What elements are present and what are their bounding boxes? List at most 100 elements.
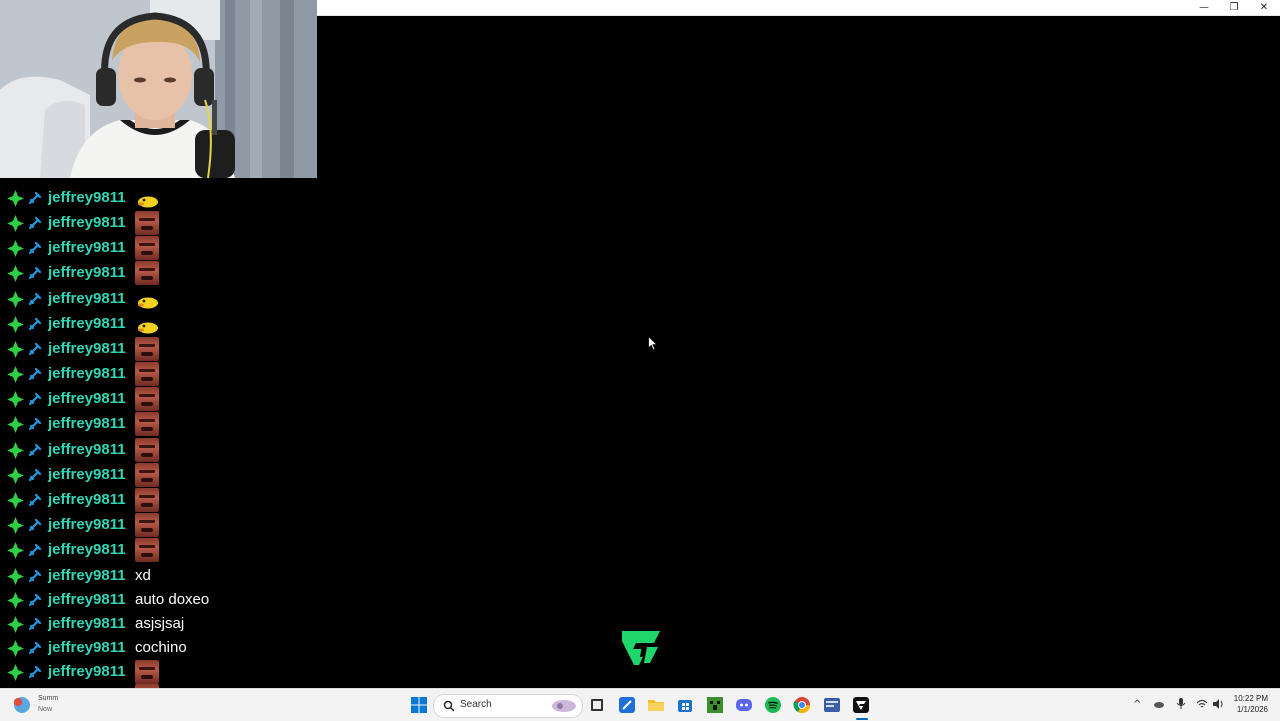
system-clock[interactable]: 10:22 PM 1/1/2026 [1234,693,1268,715]
chat-username[interactable]: jeffrey9811 [48,490,126,510]
subscriber-badge-icon[interactable] [7,240,24,257]
moderator-badge-icon[interactable] [28,593,42,607]
moderator-badge-icon[interactable] [28,317,42,331]
chat-username[interactable]: jeffrey9811 [48,414,126,434]
chat-message: jeffrey9811 [0,538,317,562]
start-icon[interactable] [410,696,428,714]
subscriber-badge-icon[interactable] [7,542,24,559]
folder-icon[interactable] [647,696,665,714]
moderator-badge-icon[interactable] [28,543,42,557]
subscriber-badge-icon[interactable] [7,664,24,681]
face-emote-icon [135,513,159,537]
app-icon[interactable] [823,696,841,714]
moderator-badge-icon[interactable] [28,191,42,205]
face-emote-icon [135,261,159,285]
moderator-badge-icon[interactable] [28,417,42,431]
volume-icon[interactable] [1212,698,1224,710]
moderator-badge-icon[interactable] [28,518,42,532]
ea-fc-icon[interactable] [852,696,870,714]
task-view-icon[interactable] [588,696,606,714]
subscriber-badge-icon[interactable] [7,467,24,484]
moderator-badge-icon[interactable] [28,266,42,280]
chat-username[interactable]: jeffrey9811 [48,440,126,460]
chat-message: jeffrey9811 cochino [0,636,317,660]
subscriber-badge-icon[interactable] [7,592,24,609]
subscriber-badge-icon[interactable] [7,366,24,383]
moderator-badge-icon[interactable] [28,641,42,655]
onedrive-icon[interactable] [1153,698,1165,710]
subscriber-badge-icon[interactable] [7,391,24,408]
chat-username[interactable]: jeffrey9811 [48,339,126,359]
moderator-badge-icon[interactable] [28,665,42,679]
moderator-badge-icon[interactable] [28,241,42,255]
spotify-icon[interactable] [764,696,782,714]
chat-message: jeffrey9811 [0,287,317,311]
moderator-badge-icon[interactable] [28,216,42,230]
chat-username[interactable]: jeffrey9811 [48,213,126,233]
taskbar: Summ Now Search ^ 10:22 PM 1/1/2026 [0,688,1280,721]
store-icon[interactable] [676,696,694,714]
moderator-badge-icon[interactable] [28,392,42,406]
clock-date: 1/1/2026 [1236,705,1268,714]
moderator-badge-icon[interactable] [28,342,42,356]
subscriber-badge-icon[interactable] [7,416,24,433]
tray-chevron-icon[interactable]: ^ [1133,699,1141,710]
subscriber-badge-icon[interactable] [7,517,24,534]
moderator-badge-icon[interactable] [28,569,42,583]
chat-username[interactable]: jeffrey9811 [48,188,126,208]
face-emote-icon [135,463,159,487]
subscriber-badge-icon[interactable] [7,568,24,585]
weather-icon [14,697,30,713]
subscriber-badge-icon[interactable] [7,190,24,207]
subscriber-badge-icon[interactable] [7,492,24,509]
chat-username[interactable]: jeffrey9811 [48,314,126,334]
subscriber-badge-icon[interactable] [7,265,24,282]
moderator-badge-icon[interactable] [28,468,42,482]
subscriber-badge-icon[interactable] [7,442,24,459]
minimize-button[interactable]: — [1189,0,1219,15]
chat-message: jeffrey9811 [0,412,317,436]
notification-widget[interactable]: Summ Now [6,692,66,718]
chat-message: jeffrey9811 [0,488,317,512]
restore-button[interactable]: ❐ [1219,0,1249,15]
chat-username[interactable]: jeffrey9811 [48,566,126,586]
subscriber-badge-icon[interactable] [7,640,24,657]
moderator-badge-icon[interactable] [28,292,42,306]
chat-username[interactable]: jeffrey9811 [48,662,126,682]
moderator-badge-icon[interactable] [28,617,42,631]
moderator-badge-icon[interactable] [28,443,42,457]
chat-username[interactable]: jeffrey9811 [48,289,126,309]
subscriber-badge-icon[interactable] [7,316,24,333]
moderator-badge-icon[interactable] [28,367,42,381]
chat-username[interactable]: jeffrey9811 [48,540,126,560]
face-emote-icon [135,387,159,411]
face-emote-icon [135,337,159,361]
chat-message: jeffrey9811 [0,186,317,210]
wifi-icon[interactable] [1196,698,1208,710]
subscriber-badge-icon[interactable] [7,616,24,633]
microphone-icon[interactable] [1176,698,1186,710]
chat-username[interactable]: jeffrey9811 [48,465,126,485]
face-emote-icon [135,211,159,235]
chat-username[interactable]: jeffrey9811 [48,238,126,258]
chrome-icon[interactable] [793,696,811,714]
chat-username[interactable]: jeffrey9811 [48,614,126,634]
minecraft-icon[interactable] [706,696,724,714]
chat-username[interactable]: jeffrey9811 [48,515,126,535]
subscriber-badge-icon[interactable] [7,215,24,232]
chat-username[interactable]: jeffrey9811 [48,590,126,610]
search-highlight-icon [552,700,576,712]
chat-username[interactable]: jeffrey9811 [48,364,126,384]
chat-username[interactable]: jeffrey9811 [48,263,126,283]
taskbar-search[interactable]: Search [433,694,583,718]
chat-message: jeffrey9811 [0,362,317,386]
chat-username[interactable]: jeffrey9811 [48,389,126,409]
discord-icon[interactable] [735,696,753,714]
widgets-icon[interactable] [618,696,636,714]
moderator-badge-icon[interactable] [28,493,42,507]
chat-username[interactable]: jeffrey9811 [48,638,126,658]
subscriber-badge-icon[interactable] [7,341,24,358]
close-button[interactable]: ✕ [1249,0,1279,15]
chat-message: jeffrey9811 [0,387,317,411]
subscriber-badge-icon[interactable] [7,291,24,308]
